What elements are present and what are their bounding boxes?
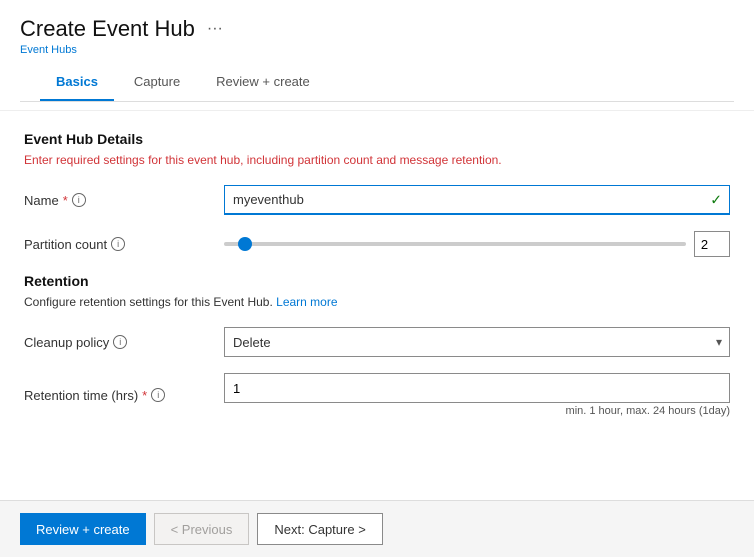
next-capture-button[interactable]: Next: Capture > [257,513,382,545]
cleanup-policy-label: Cleanup policy i [24,335,224,350]
previous-button[interactable]: < Previous [154,513,250,545]
cleanup-policy-row: Cleanup policy i Delete Compact Delete a… [24,327,730,357]
cleanup-policy-wrapper: Delete Compact Delete and Compact ▾ [224,327,730,357]
footer: Review + create < Previous Next: Capture… [0,500,754,557]
partition-count-slider-wrapper [224,231,730,257]
name-input-wrapper: ✓ [224,185,730,215]
name-input[interactable] [224,185,730,215]
tab-basics[interactable]: Basics [40,64,114,101]
partition-count-slider[interactable] [224,242,686,246]
retention-time-label: Retention time (hrs) * i [24,388,224,403]
page-title: Create Event Hub [20,16,195,42]
breadcrumb[interactable]: Event Hubs [20,44,734,56]
cleanup-policy-info-icon[interactable]: i [113,335,127,349]
review-create-button[interactable]: Review + create [20,513,146,545]
retention-title: Retention [24,273,730,289]
event-hub-details-title: Event Hub Details [24,131,730,147]
name-row: Name * i ✓ [24,185,730,215]
retention-time-hint: min. 1 hour, max. 24 hours (1day) [224,405,730,417]
tab-review-create[interactable]: Review + create [200,64,326,101]
name-valid-icon: ✓ [710,192,722,209]
partition-count-value[interactable] [694,231,730,257]
name-required-marker: * [63,193,68,208]
main-content: Event Hub Details Enter required setting… [0,111,754,500]
retention-section: Retention Configure retention settings f… [24,273,730,417]
tab-capture[interactable]: Capture [118,64,196,101]
cleanup-policy-select[interactable]: Delete Compact Delete and Compact [224,327,730,357]
ellipsis-button[interactable]: ··· [203,18,227,40]
tabs-nav: Basics Capture Review + create [20,64,734,102]
partition-count-info-icon[interactable]: i [111,237,125,251]
partition-count-label: Partition count i [24,237,224,252]
retention-desc: Configure retention settings for this Ev… [24,295,730,309]
partition-count-row: Partition count i [24,231,730,257]
event-hub-details-desc: Enter required settings for this event h… [24,153,730,167]
name-label: Name * i [24,193,224,208]
retention-time-input[interactable] [224,373,730,403]
retention-time-row: Retention time (hrs) * i min. 1 hour, ma… [24,373,730,417]
retention-required-marker: * [142,388,147,403]
retention-time-wrapper: min. 1 hour, max. 24 hours (1day) [224,373,730,417]
retention-time-info-icon[interactable]: i [151,388,165,402]
learn-more-link[interactable]: Learn more [276,295,337,309]
name-info-icon[interactable]: i [72,193,86,207]
